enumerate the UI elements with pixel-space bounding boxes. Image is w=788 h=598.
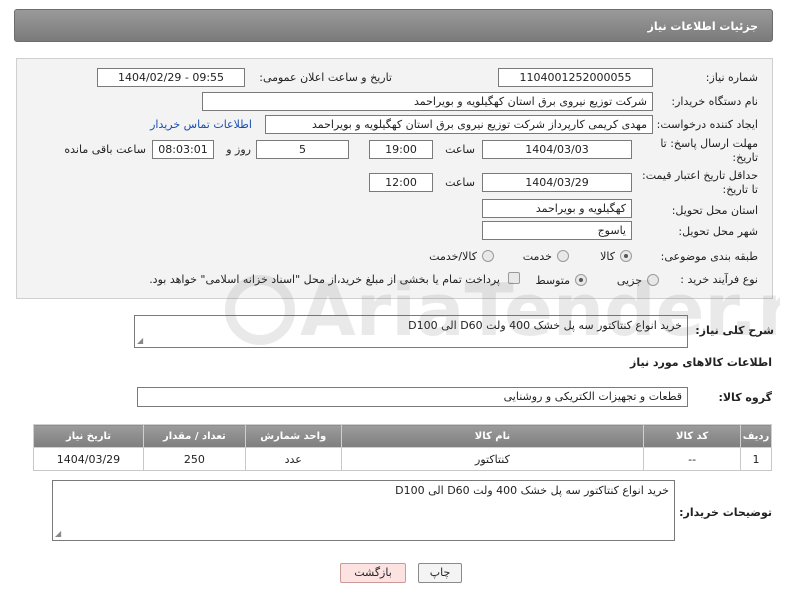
delivery-province-field: کهگیلویه و بویراحمد <box>482 199 632 218</box>
buyer-notes-text: خرید انواع کنتاکتور سه پل خشک 400 ولت D6… <box>395 484 669 497</box>
requester-label: ایجاد کننده درخواست: <box>656 118 758 131</box>
col-item-code: کد کالا <box>643 424 742 448</box>
resize-grip-icon: ◢ <box>137 336 144 345</box>
category-option-goods: کالا <box>600 250 615 263</box>
price-validity-time-label: ساعت <box>445 176 475 189</box>
process-radio-medium[interactable] <box>575 274 587 286</box>
category-radio-both[interactable] <box>482 250 494 262</box>
description-textarea: خرید انواع کنتاکتور سه پل خشک 400 ولت D6… <box>134 315 688 348</box>
remaining-time-field: 08:03:01 <box>152 140 214 159</box>
col-item-name: نام کالا <box>340 424 645 448</box>
category-option-service: خدمت <box>522 250 552 263</box>
reply-date-field: 1404/03/03 <box>482 140 632 159</box>
price-validity-time-field: 12:00 <box>369 173 433 192</box>
need-number-field: 1104001252000055 <box>498 68 653 87</box>
treasury-payment-checkbox[interactable] <box>508 272 520 284</box>
col-unit: واحد شمارش <box>244 424 342 448</box>
days-label: روز و <box>226 143 251 156</box>
col-quantity: تعداد / مقدار <box>142 424 246 448</box>
treasury-payment-note: پرداخت تمام یا بخشی از مبلغ خرید،از محل … <box>149 273 500 286</box>
announce-datetime-label: تاریخ و ساعت اعلان عمومی: <box>259 71 392 84</box>
category-option-both: کالا/خدمت <box>429 250 477 263</box>
requester-field: مهدی کریمی کارپرداز شرکت توزیع نیروی برق… <box>265 115 653 134</box>
price-validity-date-field: 1404/03/29 <box>482 173 632 192</box>
back-button[interactable]: بازگشت <box>340 563 406 583</box>
category-radio-service[interactable] <box>557 250 569 262</box>
resize-grip-icon: ◢ <box>55 529 62 538</box>
category-radio-goods[interactable] <box>620 250 632 262</box>
price-validity-label: حداقل تاریخ اعتبار قیمت: <box>642 169 758 182</box>
print-button[interactable]: چاپ <box>418 563 462 583</box>
info-panel: شماره نیاز: 1104001252000055 تاریخ و ساع… <box>16 58 773 299</box>
announce-datetime-field: 1404/02/29 - 09:55 <box>97 68 245 87</box>
table-row: 1 -- کنتاکتور عدد 250 1404/03/29 <box>33 447 772 471</box>
description-label: شرح کلی نیاز: <box>695 324 774 337</box>
cell-item-code: -- <box>643 447 742 471</box>
reply-time-field: 19:00 <box>369 140 433 159</box>
delivery-city-label: شهر محل تحویل: <box>678 225 758 238</box>
reply-deadline-label: مهلت ارسال پاسخ: تا <box>660 137 758 150</box>
process-radio-minor[interactable] <box>647 274 659 286</box>
delivery-province-label: استان محل تحویل: <box>671 204 758 217</box>
remaining-time-label: ساعت باقی مانده <box>64 143 146 156</box>
process-option-minor: جزیی <box>616 274 642 287</box>
buyer-org-field: شرکت توزیع نیروی برق استان کهگیلویه و بو… <box>202 92 653 111</box>
goods-table: ردیف کد کالا نام کالا واحد شمارش تعداد /… <box>33 424 772 471</box>
page: جزئیات اطلاعات نیاز شماره نیاز: 11040012… <box>0 0 788 598</box>
reply-time-label: ساعت <box>445 143 475 156</box>
delivery-city-field: یاسوج <box>482 221 632 240</box>
goods-section-title: اطلاعات کالاهای مورد نیاز <box>630 356 772 369</box>
buyer-org-label: نام دستگاه خریدار: <box>671 95 758 108</box>
buyer-notes-textarea: خرید انواع کنتاکتور سه پل خشک 400 ولت D6… <box>52 480 675 541</box>
header-bar: جزئیات اطلاعات نیاز <box>14 9 773 42</box>
days-field: 5 <box>256 140 349 159</box>
need-number-label: شماره نیاز: <box>705 71 758 84</box>
table-header-row: ردیف کد کالا نام کالا واحد شمارش تعداد /… <box>33 424 772 448</box>
cell-unit: عدد <box>244 447 342 471</box>
cell-row-number: 1 <box>740 447 772 471</box>
goods-group-field: قطعات و تجهیزات الکتریکی و روشنایی <box>137 387 688 407</box>
process-option-medium: متوسط <box>535 274 570 287</box>
category-label: طبقه بندی موضوعی: <box>660 250 758 263</box>
price-validity-label-2: تا تاریخ: <box>722 183 758 196</box>
purchase-process-label: نوع فرآیند خرید : <box>680 273 758 286</box>
cell-need-date: 1404/03/29 <box>33 447 144 471</box>
reply-deadline-label-2: تاریخ: <box>732 151 758 164</box>
buyer-contact-link[interactable]: اطلاعات تماس خریدار <box>150 118 252 131</box>
cell-item-name: کنتاکتور <box>340 447 645 471</box>
col-need-date: تاریخ نیاز <box>33 424 144 448</box>
cell-quantity: 250 <box>142 447 246 471</box>
goods-group-label: گروه کالا: <box>718 391 772 404</box>
buyer-notes-label: توضیحات خریدار: <box>679 506 772 519</box>
page-title: جزئیات اطلاعات نیاز <box>647 20 759 33</box>
description-text: خرید انواع کنتاکتور سه پل خشک 400 ولت D6… <box>408 319 682 332</box>
col-row-number: ردیف <box>740 424 772 448</box>
